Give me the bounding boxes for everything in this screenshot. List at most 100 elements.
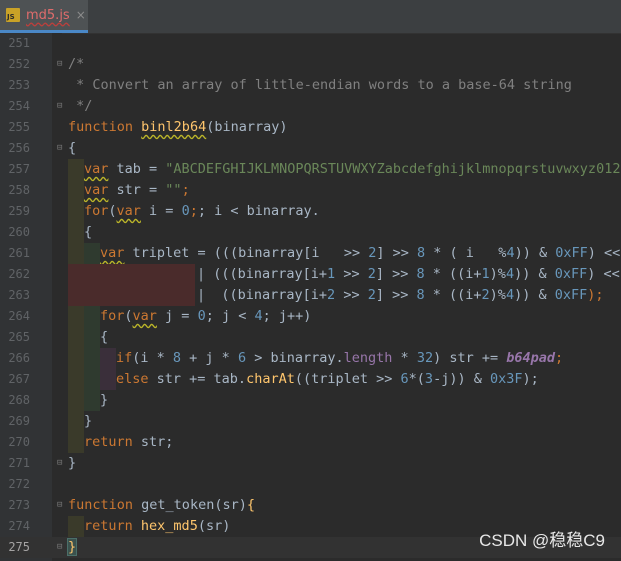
code-line: 264 for(var j = 0; j < 4; j++) <box>0 306 621 327</box>
line-number: 267 <box>8 372 30 386</box>
indent-guide <box>68 159 84 180</box>
close-icon[interactable]: × <box>76 8 86 22</box>
code-text: if(i * 8 + j * 6 > binarray.length * 32)… <box>116 350 564 366</box>
javascript-file-icon: JS <box>6 8 20 22</box>
line-number: 266 <box>8 351 30 365</box>
code-text: } <box>66 537 78 558</box>
line-number: 268 <box>8 393 30 407</box>
indent-guide <box>84 348 100 369</box>
indent-error-highlight <box>68 264 195 285</box>
code-line: 270 return str; <box>0 432 621 453</box>
line-number: 273 <box>8 498 30 512</box>
line-number: 275 <box>8 540 30 554</box>
function-name: binl2b64 <box>141 119 207 135</box>
indent-guide <box>68 411 84 432</box>
code-line: 260 { <box>0 222 621 243</box>
fold-marker-icon[interactable]: ⊟ <box>57 501 65 510</box>
fold-marker-icon[interactable]: ⊟ <box>57 60 65 69</box>
tab-label: md5.js <box>26 7 70 23</box>
code-text: function binl2b64(binarray) <box>68 119 288 135</box>
code-text: { <box>68 140 77 156</box>
indent-guide <box>68 432 84 453</box>
line-number: 252 <box>8 57 30 71</box>
code-line: 266 if(i * 8 + j * 6 > binarray.length *… <box>0 348 621 369</box>
line-number: 265 <box>8 330 30 344</box>
code-line: 261 var triplet = (((binarray[i >> 2] >>… <box>0 243 621 264</box>
function-name: get_token <box>141 497 215 513</box>
indent-guide <box>68 243 84 264</box>
line-number: 263 <box>8 288 30 302</box>
line-number: 260 <box>8 225 30 239</box>
line-number: 257 <box>8 162 30 176</box>
indent-guide <box>84 243 100 264</box>
indent-guide <box>68 222 84 243</box>
line-number: 264 <box>8 309 30 323</box>
line-number: 258 <box>8 183 30 197</box>
code-text: return str; <box>84 434 174 450</box>
line-number: 271 <box>8 456 30 470</box>
code-line: 272 <box>0 474 621 495</box>
code-text: var triplet = (((binarray[i >> 2] >> 8 *… <box>100 245 621 261</box>
line-number: 255 <box>8 120 30 134</box>
comment-text: */ <box>68 98 93 114</box>
code-line: 252 ⊟ /* <box>0 54 621 75</box>
indent-guide <box>68 516 84 537</box>
comment-text: /* <box>68 56 85 72</box>
line-number: 253 <box>8 78 30 92</box>
indent-error-highlight <box>68 285 195 306</box>
code-text: return hex_md5(sr) <box>84 518 231 534</box>
line-number: 270 <box>8 435 30 449</box>
indent-guide <box>100 348 116 369</box>
indent-guide <box>84 390 100 411</box>
code-line: 271 ⊟ } <box>0 453 621 474</box>
code-line: 268 } <box>0 390 621 411</box>
indent-guide <box>68 306 84 327</box>
line-number: 269 <box>8 414 30 428</box>
code-line: 257 var tab = "ABCDEFGHIJKLMNOPQRSTUVWXY… <box>0 159 621 180</box>
code-text: | (((binarray[i+1 >> 2] >> 8 * ((i+1)%4)… <box>197 266 620 282</box>
line-number: 262 <box>8 267 30 281</box>
code-text: { <box>100 329 109 345</box>
code-line: 253 * Convert an array of little-endian … <box>0 75 621 96</box>
code-text: else str += tab.charAt((triplet >> 6*(3-… <box>116 371 539 387</box>
code-line: 265 { <box>0 327 621 348</box>
code-line: 251 <box>0 33 621 54</box>
code-line: 267 else str += tab.charAt((triplet >> 6… <box>0 369 621 390</box>
code-line: 262 | (((binarray[i+1 >> 2] >> 8 * ((i+1… <box>0 264 621 285</box>
code-text: for(var i = 0;; i < binarray. <box>84 203 320 219</box>
line-number: 251 <box>8 36 30 50</box>
code-text: } <box>84 413 93 429</box>
watermark: CSDN @稳稳C9 <box>479 531 605 550</box>
indent-guide <box>68 369 84 390</box>
indent-guide <box>68 390 84 411</box>
fold-end-marker-icon[interactable]: ⊟ <box>57 543 65 552</box>
code-line: 254 ⊟ */ <box>0 96 621 117</box>
editor-tab-bar: JS md5.js × <box>0 0 621 34</box>
indent-guide <box>68 180 84 201</box>
code-text: } <box>68 455 77 471</box>
code-text: } <box>100 392 109 408</box>
fold-end-marker-icon[interactable]: ⊟ <box>57 102 65 111</box>
code-line: 259 for(var i = 0;; i < binarray. <box>0 201 621 222</box>
indent-guide <box>68 348 84 369</box>
indent-guide <box>68 327 84 348</box>
tab-md5-js[interactable]: JS md5.js × <box>0 0 88 33</box>
matched-brace: } <box>66 538 78 556</box>
code-editor[interactable]: 251 252 ⊟ /* 253 * Convert an array of l… <box>0 33 621 561</box>
indent-guide <box>100 369 116 390</box>
line-number: 261 <box>8 246 30 260</box>
fold-end-marker-icon[interactable]: ⊟ <box>57 459 65 468</box>
code-line: 256 ⊟ { <box>0 138 621 159</box>
code-line: 269 } <box>0 411 621 432</box>
code-line: 258 var str = ""; <box>0 180 621 201</box>
line-number: 256 <box>8 141 30 155</box>
indent-guide <box>84 306 100 327</box>
code-text: { <box>84 224 93 240</box>
fold-marker-icon[interactable]: ⊟ <box>57 144 65 153</box>
line-number: 259 <box>8 204 30 218</box>
code-text: for(var j = 0; j < 4; j++) <box>100 308 312 324</box>
comment-text: * Convert an array of little-endian word… <box>68 77 572 93</box>
line-number: 272 <box>8 477 30 491</box>
line-number: 254 <box>8 99 30 113</box>
indent-guide <box>84 327 100 348</box>
